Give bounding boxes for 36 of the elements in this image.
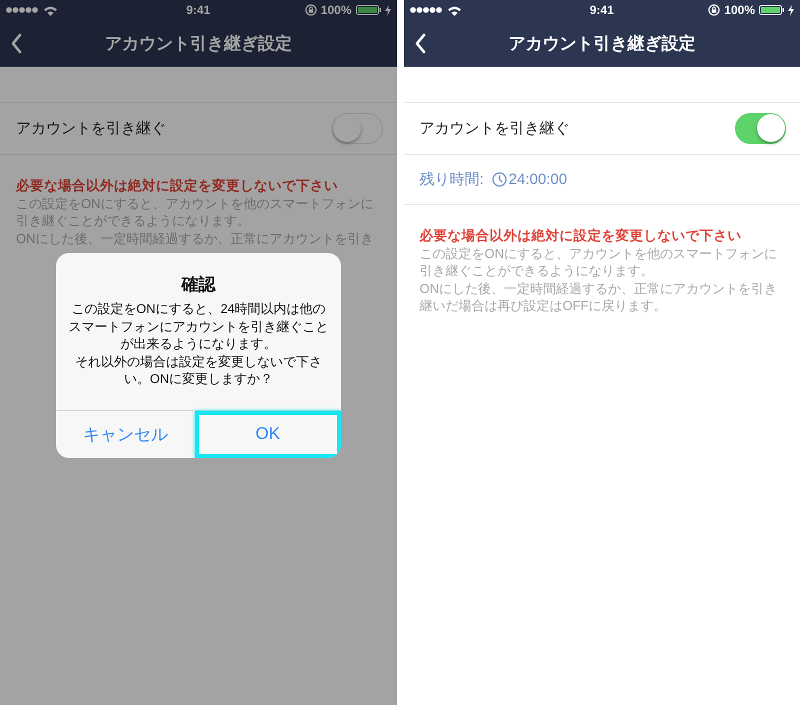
battery-percent: 100%: [320, 3, 352, 17]
warning-text: 必要な場合以外は絶対に設定を変更しないで下さい: [16, 177, 339, 194]
signal-icon: [6, 6, 39, 14]
remaining-time: 24:00:00: [508, 171, 568, 188]
dialog-message: それ以外の場合は設定を変更しないで下さい。ONに変更しますか？: [74, 352, 323, 388]
dialog-title: 確認: [180, 274, 217, 296]
setting-label: アカウントを引き継ぐ: [16, 119, 167, 138]
signal-icon: [410, 6, 442, 14]
back-icon[interactable]: [414, 33, 426, 54]
clock-icon: [492, 172, 507, 187]
battery-icon: [356, 5, 380, 15]
wifi-icon: [43, 4, 58, 16]
description-text: ONにした後、一定時間経過するか、正常にアカウントを引き継いだ場合は再び設定はOFFに戻ります。: [420, 280, 778, 314]
description-text: この設定をONにすると、アカウントを他のスマートフォンに引き継ぐことができるようになります。: [16, 194, 374, 230]
dialog-button[interactable]: キャンセル: [56, 410, 194, 458]
charging-icon: [788, 4, 794, 16]
screen-title: アカウント引き継ぎ設定: [507, 32, 696, 54]
battery-icon: [759, 5, 784, 15]
toggle-switch[interactable]: [332, 113, 382, 144]
dialog-button[interactable]: OK: [194, 410, 341, 458]
description-text: ONにした後、一定時間経過するか、正常にアカウントを引き: [16, 230, 374, 247]
status-time: 9:41: [186, 3, 210, 17]
status-time: 9:41: [590, 3, 614, 17]
screen-title: アカウント引き継ぎ設定: [104, 32, 293, 54]
remaining-label: 残り時間:: [420, 170, 484, 189]
wifi-icon: [446, 4, 462, 16]
setting-label: アカウントを引き継ぐ: [420, 119, 570, 138]
description-text: この設定をONにすると、アカウントを他のスマートフォンに引き継ぐことができるようになります。: [420, 244, 778, 280]
orientation-lock-icon: [304, 4, 317, 16]
toggle-switch[interactable]: [735, 113, 786, 144]
charging-icon: [384, 4, 390, 16]
back-icon[interactable]: [10, 33, 23, 54]
dialog-message: この設定をONにすると、24時間以内は他のスマートフォンにアカウントを引き継ぐことが出来るようになります。: [68, 300, 329, 353]
orientation-lock-icon: [708, 4, 720, 16]
warning-text: 必要な場合以外は絶対に設定を変更しないで下さい: [420, 227, 742, 244]
battery-percent: 100%: [724, 3, 755, 17]
